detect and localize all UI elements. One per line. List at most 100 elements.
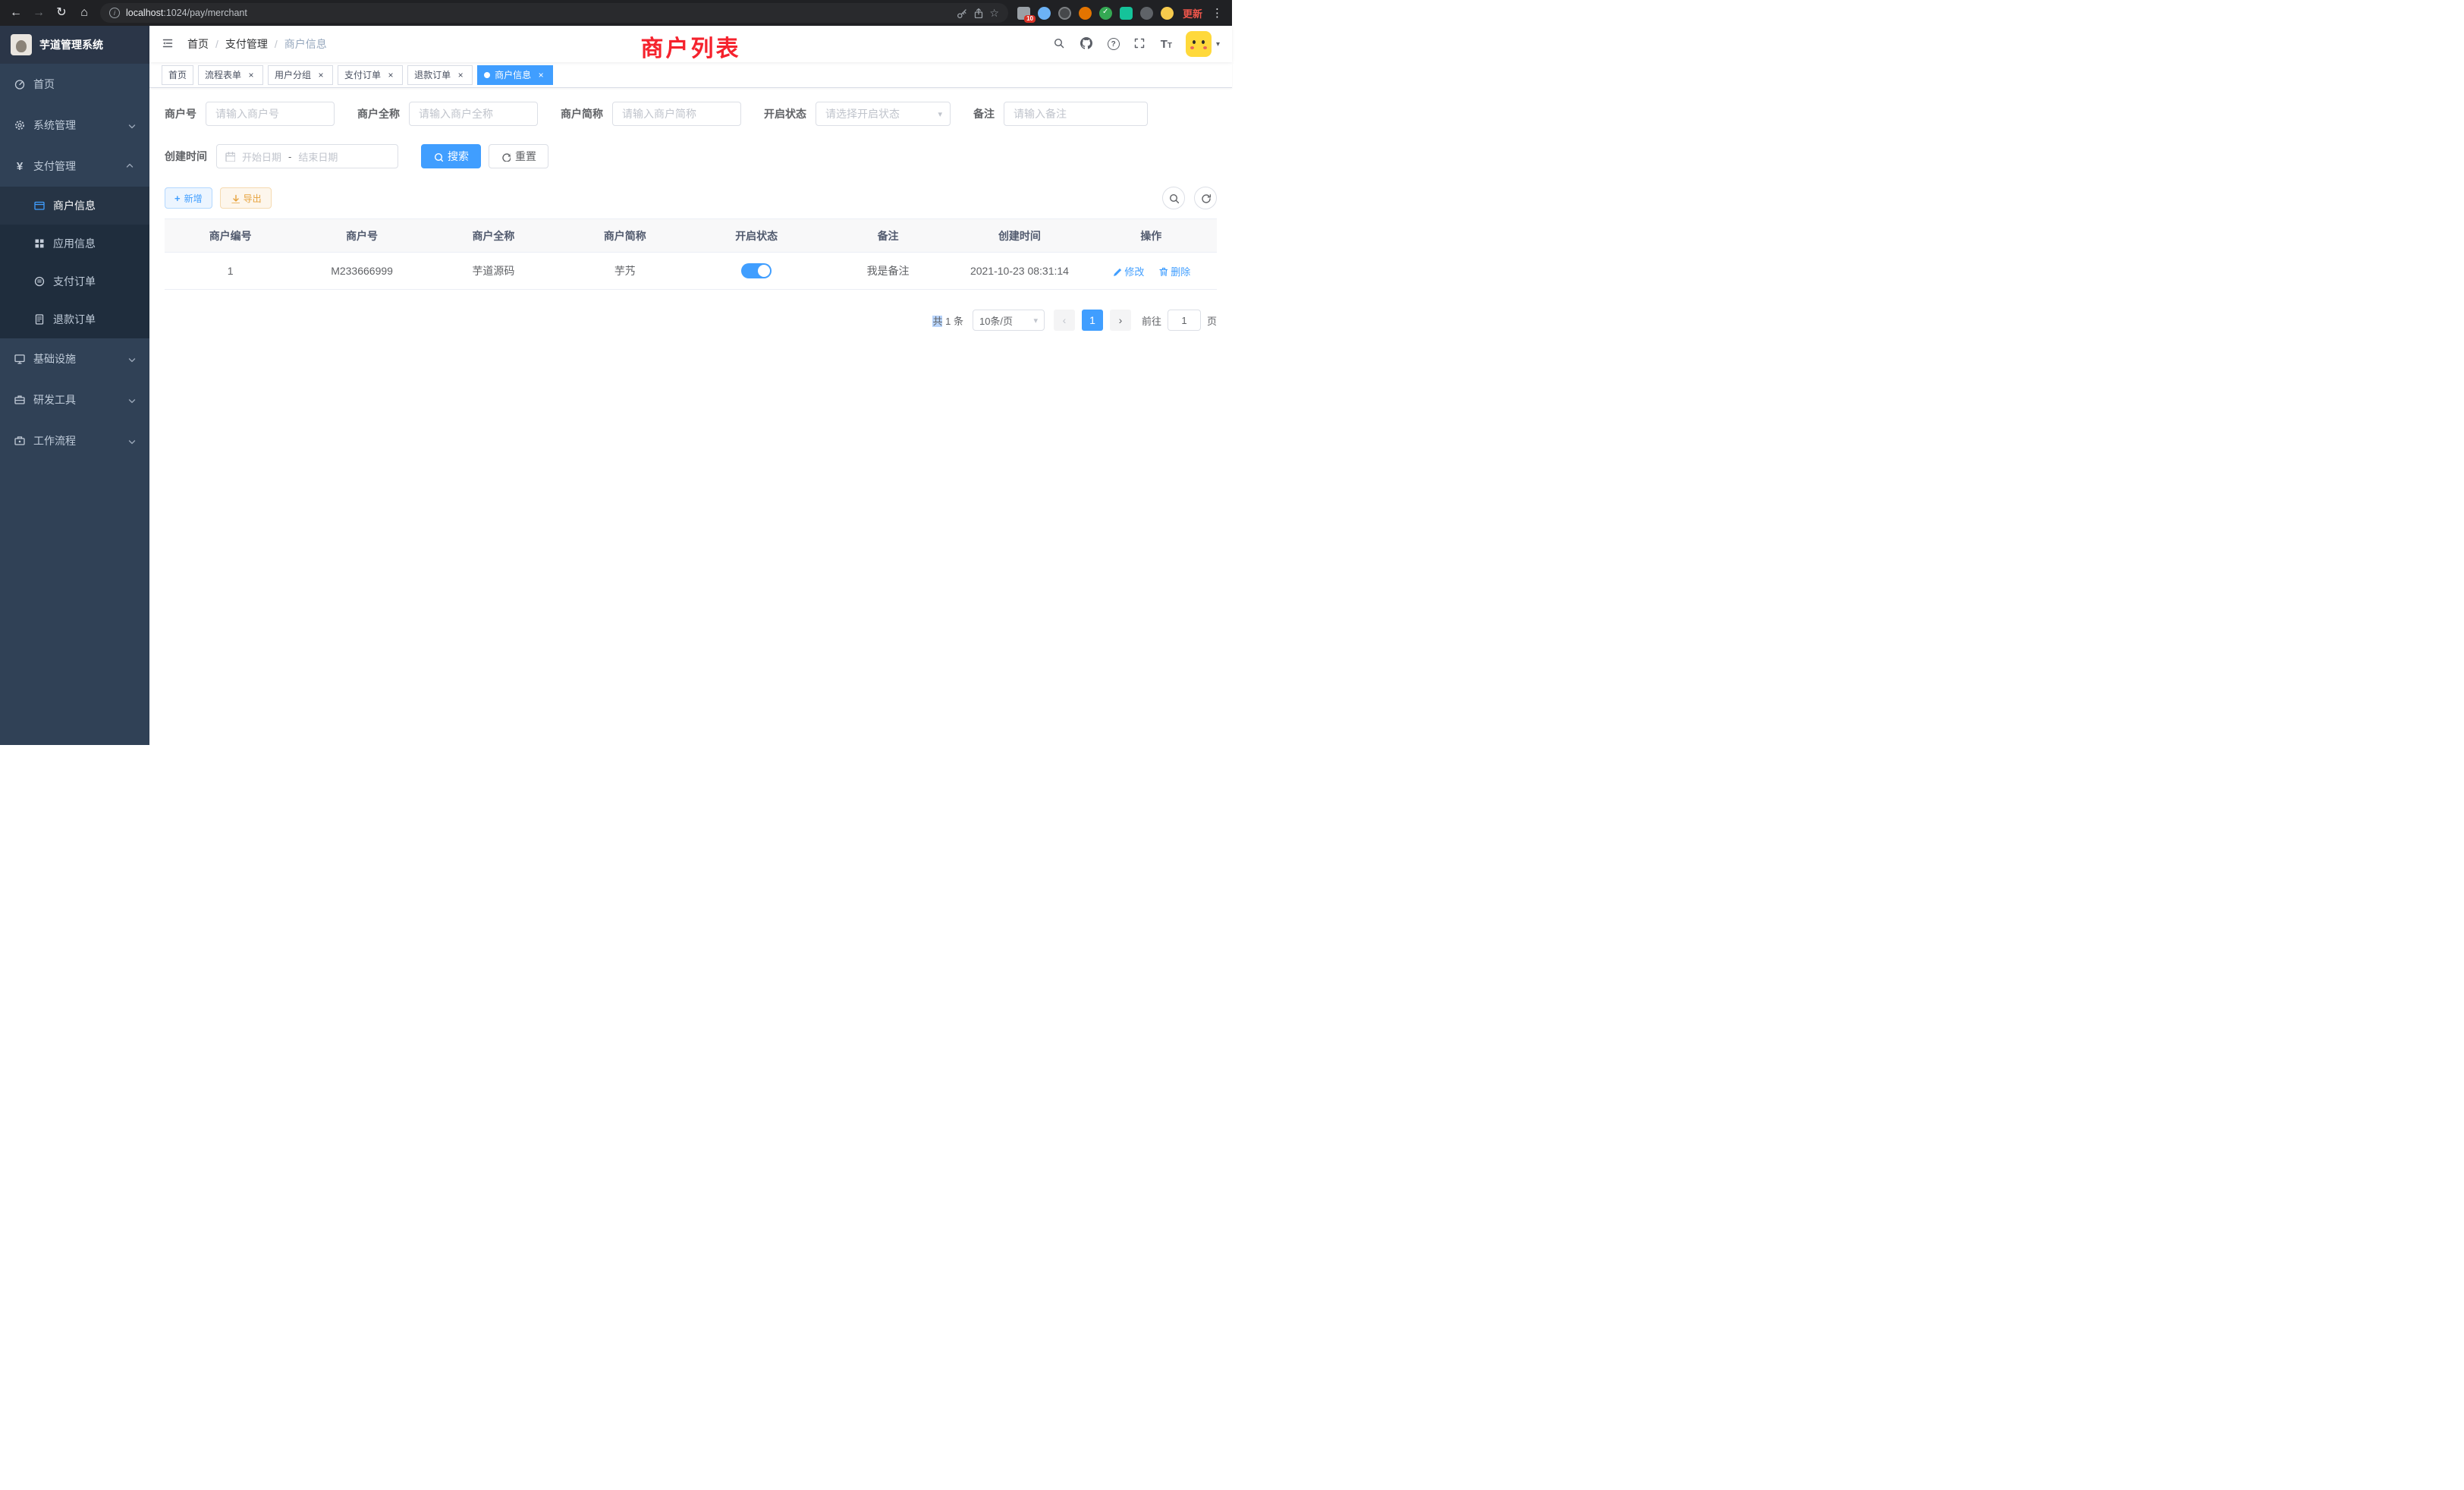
page-size-select[interactable]: 10条/页 ▾ [973, 310, 1045, 331]
remark-input[interactable] [1004, 102, 1148, 126]
chevron-down-icon [126, 395, 136, 405]
col-header: 商户简称 [559, 219, 690, 253]
sidebar-item-refund-orders[interactable]: 退款订单 [0, 300, 149, 338]
cell-actions: 修改 删除 [1086, 253, 1217, 290]
github-icon[interactable] [1080, 37, 1094, 51]
breadcrumb-item[interactable]: 支付管理 [225, 36, 268, 52]
plus-icon: + [174, 193, 181, 204]
sidebar-logo[interactable]: 芋道管理系统 [0, 26, 149, 64]
page-button-1[interactable]: 1 [1082, 310, 1103, 331]
caret-down-icon: ▾ [938, 109, 942, 119]
tab-refund-orders[interactable]: 退款订单 × [407, 65, 473, 85]
card-icon [33, 200, 46, 212]
field-label: 商户简称 [561, 106, 603, 121]
fullscreen-icon[interactable] [1133, 37, 1147, 51]
toggle-search-button[interactable] [1162, 187, 1185, 209]
refresh-button[interactable] [1194, 187, 1217, 209]
col-header: 商户号 [296, 219, 427, 253]
sidebar-item-dev-tools[interactable]: 研发工具 [0, 379, 149, 420]
share-icon[interactable] [973, 8, 983, 18]
sidebar-item-payment-orders[interactable]: 支付订单 [0, 262, 149, 300]
merchant-full-name-input[interactable] [409, 102, 538, 126]
field-label: 开启状态 [764, 106, 806, 121]
status-toggle[interactable] [741, 263, 772, 278]
breadcrumb-separator: / [275, 38, 278, 50]
merchant-no-input[interactable] [206, 102, 335, 126]
page-content: 商户号 商户全称 商户简称 开启状态 请选择开启状态 ▾ [149, 88, 1232, 745]
navbar-actions: ? TT ▾ [1053, 31, 1220, 57]
close-icon[interactable]: × [536, 70, 546, 80]
sidebar-item-app-info[interactable]: 应用信息 [0, 225, 149, 262]
tab-process-form[interactable]: 流程表单 × [198, 65, 263, 85]
active-dot [484, 72, 490, 78]
sidebar-item-payment[interactable]: ¥ 支付管理 [0, 146, 149, 187]
user-avatar-menu[interactable]: ▾ [1186, 31, 1220, 57]
next-page-button[interactable]: › [1110, 310, 1131, 331]
font-size-icon[interactable]: TT [1161, 39, 1172, 50]
tab-payment-orders[interactable]: 支付订单 × [338, 65, 403, 85]
password-key-icon[interactable] [956, 8, 966, 18]
page-info-icon[interactable]: i [109, 8, 120, 18]
tab-label: 退款订单 [414, 68, 451, 81]
sidebar-item-workflow[interactable]: 工作流程 [0, 420, 149, 461]
cell-create-time: 2021-10-23 08:31:14 [954, 253, 1085, 290]
reset-button[interactable]: 重置 [489, 144, 548, 168]
sidebar-submenu-payment: 商户信息 应用信息 支付订单 退款订单 [0, 187, 149, 338]
close-icon[interactable]: × [455, 70, 466, 80]
breadcrumb: 首页 / 支付管理 / 商户信息 [187, 36, 327, 52]
browser-menu-icon[interactable]: ⋮ [1212, 6, 1223, 20]
status-select[interactable]: 请选择开启状态 ▾ [816, 102, 951, 126]
merchant-short-name-input[interactable] [612, 102, 741, 126]
grid-icon [33, 237, 46, 250]
filter-remark: 备注 [973, 102, 1148, 126]
field-label: 商户号 [165, 106, 196, 121]
extension-badge: 10 [1024, 15, 1036, 23]
goto-page: 前往 页 [1142, 310, 1217, 331]
extension-icon[interactable] [1058, 7, 1071, 20]
breadcrumb-item[interactable]: 首页 [187, 36, 209, 52]
sidebar-item-label: 系统管理 [33, 118, 118, 133]
goto-page-input[interactable] [1168, 310, 1201, 331]
reload-icon[interactable]: ↻ [55, 7, 68, 19]
sidebar-item-system[interactable]: 系统管理 [0, 105, 149, 146]
chevron-down-icon [126, 121, 136, 130]
back-icon[interactable]: ← [9, 7, 23, 19]
sidebar-item-home[interactable]: 首页 [0, 64, 149, 105]
close-icon[interactable]: × [316, 70, 326, 80]
sidebar-item-merchant-info[interactable]: 商户信息 [0, 187, 149, 225]
browser-update-button[interactable]: 更新 [1183, 6, 1202, 20]
sidebar-item-infrastructure[interactable]: 基础设施 [0, 338, 149, 379]
tab-merchant-info[interactable]: 商户信息 × [477, 65, 553, 85]
monitor-icon [14, 353, 26, 365]
add-button[interactable]: + 新增 [165, 187, 212, 209]
edit-link[interactable]: 修改 [1111, 264, 1144, 278]
delete-link[interactable]: 删除 [1158, 264, 1190, 278]
extension-icon[interactable]: 10 [1017, 7, 1030, 20]
extension-icon[interactable] [1038, 7, 1051, 20]
tab-user-group[interactable]: 用户分组 × [268, 65, 333, 85]
forward-icon[interactable]: → [32, 7, 46, 19]
search-icon[interactable] [1053, 37, 1067, 51]
field-label: 备注 [973, 106, 995, 121]
col-header: 操作 [1086, 219, 1217, 253]
prev-page-button[interactable]: ‹ [1054, 310, 1075, 331]
tab-home[interactable]: 首页 [162, 65, 193, 85]
close-icon[interactable]: × [385, 70, 396, 80]
annotation-title: 商户列表 [641, 30, 741, 63]
extension-icon[interactable] [1120, 7, 1133, 20]
close-icon[interactable]: × [246, 70, 256, 80]
menu-fold-icon[interactable] [162, 37, 175, 51]
bookmark-star-icon[interactable]: ☆ [989, 7, 999, 20]
help-icon[interactable]: ? [1108, 38, 1120, 50]
create-time-range-picker[interactable]: 开始日期 - 结束日期 [216, 144, 398, 168]
export-button[interactable]: 导出 [220, 187, 272, 209]
extensions-area: 10 [1017, 7, 1174, 20]
profile-avatar-icon[interactable] [1161, 7, 1174, 20]
field-label: 商户全称 [357, 106, 400, 121]
extension-icon[interactable] [1099, 7, 1112, 20]
extension-icon[interactable] [1079, 7, 1092, 20]
address-bar[interactable]: i localhost:1024/pay/merchant ☆ [100, 3, 1008, 23]
extension-icon[interactable] [1140, 7, 1153, 20]
search-button[interactable]: 搜索 [421, 144, 481, 168]
home-icon[interactable]: ⌂ [77, 7, 91, 19]
